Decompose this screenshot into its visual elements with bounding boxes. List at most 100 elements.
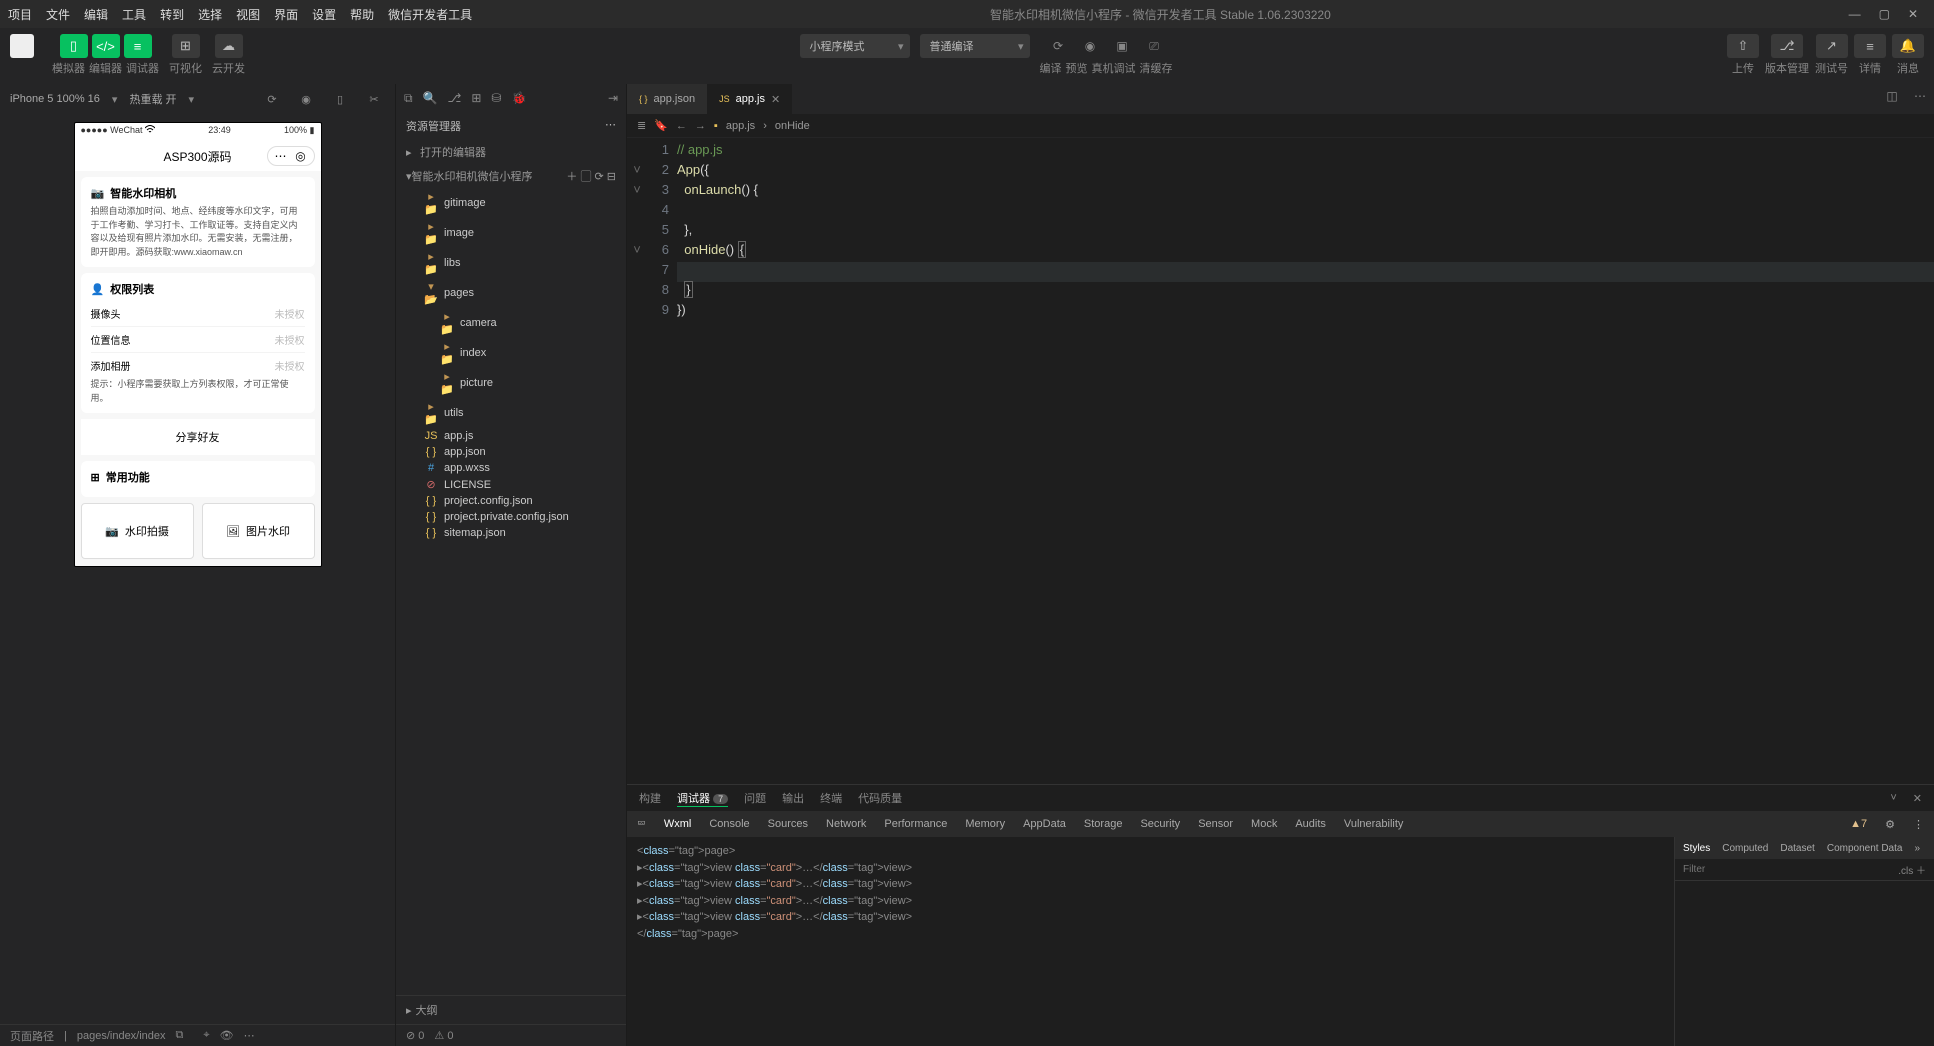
visual-button[interactable]: ⊞ <box>172 34 200 58</box>
sim-refresh-icon[interactable]: ⟳ <box>261 88 283 110</box>
project-name[interactable]: 智能水印相机微信小程序 <box>412 171 533 183</box>
dev-more-icon[interactable]: ⋮ <box>1913 818 1924 831</box>
editor-button[interactable]: </> <box>92 34 120 58</box>
menu-ui[interactable]: 界面 <box>274 6 298 23</box>
bt-tab-build[interactable]: 构建 <box>639 790 661 806</box>
menu-edit[interactable]: 编辑 <box>84 6 108 23</box>
clearcache-button[interactable]: ⎚ <box>1140 34 1168 58</box>
collapse-tree-icon[interactable]: ⊟ <box>607 171 616 183</box>
explorer-git-icon[interactable]: ⎇ <box>448 91 462 105</box>
device-select[interactable]: iPhone 5 100% 16 <box>10 93 100 105</box>
styles-cls-toggle[interactable]: .cls <box>1898 866 1913 877</box>
refresh-tree-icon[interactable]: ⟳ <box>595 171 604 183</box>
editor-tab-app.json[interactable]: { }app.json <box>627 84 707 114</box>
close-icon[interactable]: ✕ <box>1908 7 1918 21</box>
menu-devtools[interactable]: 微信开发者工具 <box>388 6 472 23</box>
explorer-bug-icon[interactable]: 🐞 <box>511 91 526 105</box>
styles-tab-computed[interactable]: Computed <box>1722 843 1768 854</box>
cloud-button[interactable]: ☁ <box>215 34 243 58</box>
new-folder-icon[interactable]: ▢ <box>580 171 591 183</box>
sim-phone-icon[interactable]: ▯ <box>329 88 351 110</box>
compile-mode-select[interactable]: 普通编译 <box>920 34 1030 58</box>
menu-tools[interactable]: 工具 <box>122 6 146 23</box>
tree-picture[interactable]: ▸ 📁picture <box>396 368 626 398</box>
bt-collapse-icon[interactable]: ˅ <box>1890 792 1896 804</box>
error-count[interactable]: ⊘ 0 <box>406 1029 424 1042</box>
perm-row[interactable]: 添加相册未授权 <box>91 352 305 378</box>
menu-settings[interactable]: 设置 <box>312 6 336 23</box>
tab-close-icon[interactable]: ✕ <box>771 93 780 106</box>
menu-file[interactable]: 文件 <box>46 6 70 23</box>
styles-tab-styles[interactable]: Styles <box>1683 843 1710 854</box>
preview-button[interactable]: ◉ <box>1076 34 1104 58</box>
menu-select[interactable]: 选择 <box>198 6 222 23</box>
bt-tab-quality[interactable]: 代码质量 <box>858 790 902 806</box>
devtab-appdata[interactable]: AppData <box>1023 818 1066 830</box>
sim-record-icon[interactable]: ◉ <box>295 88 317 110</box>
bt-tab-debugger[interactable]: 调试器 7 <box>677 790 728 807</box>
crumb-file[interactable]: app.js <box>726 120 755 132</box>
devtab-console[interactable]: Console <box>709 818 749 830</box>
menu-help[interactable]: 帮助 <box>350 6 374 23</box>
explorer-ext-icon[interactable]: ⊞ <box>471 91 481 105</box>
bt-tab-output[interactable]: 输出 <box>782 790 804 806</box>
devtab-sensor[interactable]: Sensor <box>1198 818 1233 830</box>
simulator-button[interactable]: ▯ <box>60 34 88 58</box>
debugger-button[interactable]: ≡ <box>124 34 152 58</box>
styles-tab-dataset[interactable]: Dataset <box>1780 843 1814 854</box>
devtab-audits[interactable]: Audits <box>1295 818 1326 830</box>
split-editor-icon[interactable]: ◫ <box>1878 84 1906 108</box>
crumb-fwd-icon[interactable]: → <box>695 120 706 132</box>
menu-goto[interactable]: 转到 <box>160 6 184 23</box>
tree-app.json[interactable]: { }app.json <box>396 444 626 460</box>
explorer-db-icon[interactable]: ⛁ <box>491 91 501 105</box>
outline-section[interactable]: 大纲 <box>416 1002 438 1018</box>
dev-inspect-icon[interactable]: ⮹ <box>637 818 646 831</box>
new-file-icon[interactable]: ＋ <box>566 171 577 183</box>
warning-count[interactable]: ⚠ 0 <box>434 1029 453 1042</box>
crumb-symbol[interactable]: onHide <box>775 120 810 132</box>
sim-eye-icon[interactable]: 👁 <box>220 1029 234 1042</box>
sim-scene-icon[interactable]: ⌖ <box>203 1029 209 1042</box>
devtab-security[interactable]: Security <box>1140 818 1180 830</box>
compile-button[interactable]: ⟳ <box>1044 34 1072 58</box>
explorer-files-icon[interactable]: ⧉ <box>404 91 413 106</box>
editor-tab-app.js[interactable]: JSapp.js✕ <box>707 84 792 114</box>
tree-libs[interactable]: ▸ 📁libs <box>396 248 626 278</box>
styles-filter-input[interactable] <box>1683 864 1783 875</box>
code-editor[interactable]: ˅˅˅ 123456789 // app.jsApp({ onLaunch() … <box>627 138 1934 784</box>
tree-pages[interactable]: ▾ 📂pages <box>396 278 626 308</box>
devtab-sources[interactable]: Sources <box>768 818 808 830</box>
sim-more-icon[interactable]: ⋯ <box>244 1029 255 1042</box>
test-button[interactable]: ↗ <box>1816 34 1848 58</box>
devtab-vulnerability[interactable]: Vulnerability <box>1344 818 1404 830</box>
styles-tabs-more-icon[interactable]: » <box>1914 843 1920 854</box>
devtab-performance[interactable]: Performance <box>884 818 947 830</box>
tree-project.config.json[interactable]: { }project.config.json <box>396 493 626 509</box>
upload-button[interactable]: ⇧ <box>1727 34 1759 58</box>
devtab-mock[interactable]: Mock <box>1251 818 1277 830</box>
tree-camera[interactable]: ▸ 📁camera <box>396 308 626 338</box>
maximize-icon[interactable]: ▢ <box>1879 7 1890 21</box>
bt-tab-terminal[interactable]: 终端 <box>820 790 842 806</box>
styles-tab-componentdata[interactable]: Component Data <box>1827 843 1903 854</box>
message-button[interactable]: 🔔 <box>1892 34 1924 58</box>
capsule-more-icon[interactable]: ⋯ <box>274 149 288 163</box>
explorer-collapse-icon[interactable]: ⇥ <box>608 91 618 105</box>
tree-index[interactable]: ▸ 📁index <box>396 338 626 368</box>
dev-gear-icon[interactable]: ⚙ <box>1885 818 1895 831</box>
explorer-search-icon[interactable]: 🔍 <box>423 91 438 105</box>
dev-warn-count[interactable]: ▲7 <box>1850 818 1867 830</box>
editor-more-icon[interactable]: ⋯ <box>1906 84 1934 108</box>
tree-app.js[interactable]: JSapp.js <box>396 428 626 444</box>
perm-row[interactable]: 位置信息未授权 <box>91 326 305 352</box>
open-editors-section[interactable]: 打开的编辑器 <box>420 144 486 160</box>
tree-app.wxss[interactable]: #app.wxss <box>396 460 626 476</box>
detail-button[interactable]: ≡ <box>1854 34 1886 58</box>
realdevice-button[interactable]: ▣ <box>1108 34 1136 58</box>
copy-path-icon[interactable]: ⧉ <box>176 1029 184 1042</box>
tree-sitemap.json[interactable]: { }sitemap.json <box>396 525 626 541</box>
menu-project[interactable]: 项目 <box>8 6 32 23</box>
devtab-memory[interactable]: Memory <box>965 818 1005 830</box>
minimize-icon[interactable]: — <box>1849 7 1861 21</box>
